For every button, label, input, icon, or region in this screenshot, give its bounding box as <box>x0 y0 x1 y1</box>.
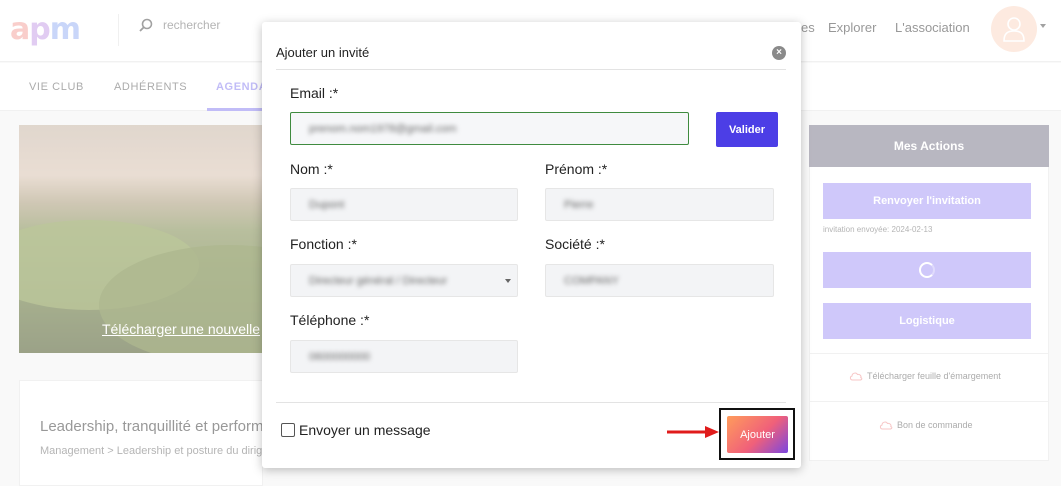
fonction-label: Fonction :* <box>290 236 357 252</box>
societe-label: Société :* <box>545 236 605 252</box>
divider <box>276 402 786 403</box>
send-message-label[interactable]: Envoyer un message <box>299 422 431 438</box>
societe-field[interactable]: COMPANY <box>545 264 774 297</box>
validate-button[interactable]: Valider <box>716 112 778 147</box>
modal-title: Ajouter un invité <box>276 45 370 60</box>
add-button[interactable]: Ajouter <box>727 416 788 453</box>
fonction-select[interactable]: Directeur général / Directeur <box>290 264 518 297</box>
prenom-label: Prénom :* <box>545 161 608 177</box>
nom-field[interactable]: Dupont <box>290 188 518 221</box>
telephone-field[interactable]: 0600000000 <box>290 340 518 373</box>
chevron-down-icon <box>505 279 511 283</box>
send-message-checkbox[interactable] <box>281 423 295 437</box>
nom-label: Nom :* <box>290 161 333 177</box>
email-field[interactable]: prenom.nom1978@gmail.com <box>290 112 689 145</box>
prenom-field[interactable]: Pierre <box>545 188 774 221</box>
divider <box>276 69 786 70</box>
add-guest-modal: Ajouter un invité × Email :* prenom.nom1… <box>262 22 801 468</box>
email-label: Email :* <box>290 85 339 101</box>
telephone-label: Téléphone :* <box>290 312 370 328</box>
close-icon[interactable]: × <box>772 46 786 60</box>
red-arrow-icon <box>667 426 719 438</box>
